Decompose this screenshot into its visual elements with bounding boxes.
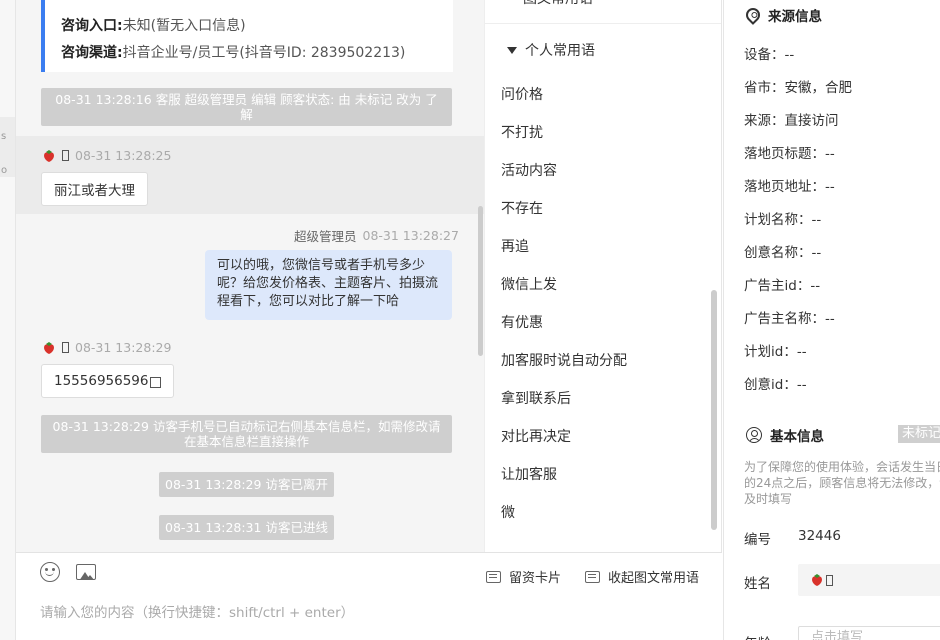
lead-card-button[interactable]: 留资卡片 <box>486 567 561 586</box>
lead-card-label: 留资卡片 <box>509 571 562 586</box>
phrase-item[interactable]: 活动内容 <box>501 160 557 180</box>
agent-name: 超级管理员 <box>294 229 357 244</box>
phrase-item[interactable]: 拿到联系后 <box>501 388 571 408</box>
name-label: 姓名 <box>744 576 771 592</box>
card-icon <box>486 570 501 583</box>
inlet-label: 咨询入口: <box>61 17 123 34</box>
phone-number: 15556956596 <box>54 373 149 389</box>
nickname-glyph <box>826 574 833 586</box>
message-time: 08-31 13:28:27 <box>362 228 459 243</box>
channel-value: 抖音企业号/员工号(抖音号ID: 2839502213) <box>122 44 406 61</box>
user-icon <box>746 427 762 443</box>
visitor-meta: 08-31 13:28:29 <box>42 340 171 355</box>
source-row: 来源：直接访问 <box>744 113 839 129</box>
message-input[interactable]: 请输入您的内容（换行快捷键：shift/ctrl + enter） <box>40 601 354 621</box>
caret-down-icon <box>507 46 517 54</box>
phrase-item[interactable]: 问价格 <box>501 84 543 104</box>
source-row: 设备：-- <box>744 47 795 63</box>
strawberry-icon <box>44 149 54 162</box>
source-row: 落地页标题：-- <box>744 146 835 162</box>
phrase-item[interactable]: 再追 <box>501 236 529 256</box>
source-row: 落地页地址：-- <box>744 179 835 195</box>
visitor-meta: 08-31 13:28:25 <box>42 148 171 163</box>
image-icon[interactable] <box>76 564 96 580</box>
source-row: 计划id：-- <box>744 344 807 360</box>
visitor-message: 丽江或者大理 <box>41 172 148 206</box>
strawberry-icon <box>44 341 54 354</box>
phrase-item[interactable]: 微 <box>501 502 515 522</box>
gutter-glyph: o <box>1 165 8 176</box>
chat-panel[interactable]: 咨询入口: 未知(暂无入口信息) 咨询渠道: 抖音企业号/员工号(抖音号ID: … <box>16 0 484 552</box>
phrase-item[interactable]: 微信上发 <box>501 274 557 294</box>
source-row: 计划名称：-- <box>744 212 822 228</box>
location-pin-icon <box>743 5 763 25</box>
phrase-section-title: 个人常用语 <box>525 43 595 59</box>
status-badge[interactable]: 未标记 <box>898 425 940 443</box>
system-message: 08-31 13:28:29 访客已离开 <box>159 472 334 497</box>
source-section-title: 来源信息 <box>743 5 822 25</box>
edit-notice: 为了保障您的使用体验，会话发生当日的24点之后，顾客信息将无法修改，请及时填写 <box>744 460 940 506</box>
nickname-glyph <box>62 342 69 353</box>
phrase-item[interactable]: 对比再决定 <box>501 426 571 446</box>
phrase-scrollbar[interactable] <box>711 290 717 530</box>
message-time: 08-31 13:28:25 <box>75 148 172 163</box>
id-label: 编号 <box>744 532 771 548</box>
agent-message: 可以的哦，您微信号或者手机号多少呢？给您发价格表、主题客片、拍摄流程看下，您可以… <box>205 250 452 320</box>
basic-section-title: 基本信息 <box>746 425 824 445</box>
emoji-icon[interactable] <box>40 562 60 582</box>
channel-label: 咨询渠道: <box>61 44 123 61</box>
nickname-glyph <box>62 150 69 161</box>
input-area: 留资卡片 收起图文常用语 请输入您的内容（换行快捷键：shift/ctrl + … <box>16 552 722 640</box>
info-panel: 来源信息 设备：-- 省市：安徽，合肥 来源：直接访问 落地页标题：-- 落地页… <box>723 0 940 640</box>
inlet-value: 未知(暂无入口信息) <box>122 17 246 34</box>
age-label: 年龄 <box>744 632 771 640</box>
phrase-top-section[interactable]: 图文常用语 <box>485 0 721 24</box>
source-row: 广告主名称：-- <box>744 311 835 327</box>
visitor-message: 15556956596 <box>41 364 175 398</box>
phrase-item[interactable]: 不存在 <box>501 198 543 218</box>
gutter-tab[interactable]: s o <box>0 117 15 177</box>
agent-meta: 超级管理员 08-31 13:28:27 <box>294 226 459 245</box>
phrase-item[interactable]: 加客服时说自动分配 <box>501 350 627 370</box>
left-gutter: s o <box>0 0 16 640</box>
source-row: 广告主id：-- <box>744 278 821 294</box>
system-message: 08-31 13:28:29 访客手机号已自动标记右侧基本信息栏，如需修改请在基… <box>41 415 452 453</box>
card-icon <box>585 570 600 583</box>
phrase-section-title: 图文常用语 <box>523 0 593 8</box>
collapse-phrases-button[interactable]: 收起图文常用语 <box>585 567 699 586</box>
phrase-item[interactable]: 让加客服 <box>501 464 557 484</box>
phrase-section-header[interactable]: 个人常用语 <box>507 40 595 60</box>
copy-icon[interactable] <box>150 376 162 388</box>
system-message: 08-31 13:28:31 访客已进线 <box>159 515 334 540</box>
chat-scrollbar[interactable] <box>478 206 483 356</box>
gutter-glyph: s <box>1 131 7 142</box>
entry-info-card: 咨询入口: 未知(暂无入口信息) 咨询渠道: 抖音企业号/员工号(抖音号ID: … <box>41 0 453 72</box>
phrase-panel: 图文常用语 个人常用语 问价格 不打扰 活动内容 不存在 再追 微信上发 有优惠… <box>484 0 722 552</box>
phrase-item[interactable]: 不打扰 <box>501 122 543 142</box>
source-row: 创意id：-- <box>744 377 807 393</box>
source-row: 创意名称：-- <box>744 245 822 261</box>
strawberry-icon <box>812 574 822 586</box>
system-message: 08-31 13:28:16 客服 超级管理员 编辑 顾客状态: 由 未标记 改… <box>41 88 452 126</box>
phrase-item[interactable]: 有优惠 <box>501 312 543 332</box>
message-time: 08-31 13:28:29 <box>75 340 172 355</box>
age-field[interactable]: 点击填写 <box>798 626 940 640</box>
name-field[interactable] <box>798 564 940 596</box>
collapse-phrases-label: 收起图文常用语 <box>608 571 700 586</box>
id-value: 32446 <box>798 528 841 544</box>
source-row: 省市：安徽，合肥 <box>744 80 852 96</box>
